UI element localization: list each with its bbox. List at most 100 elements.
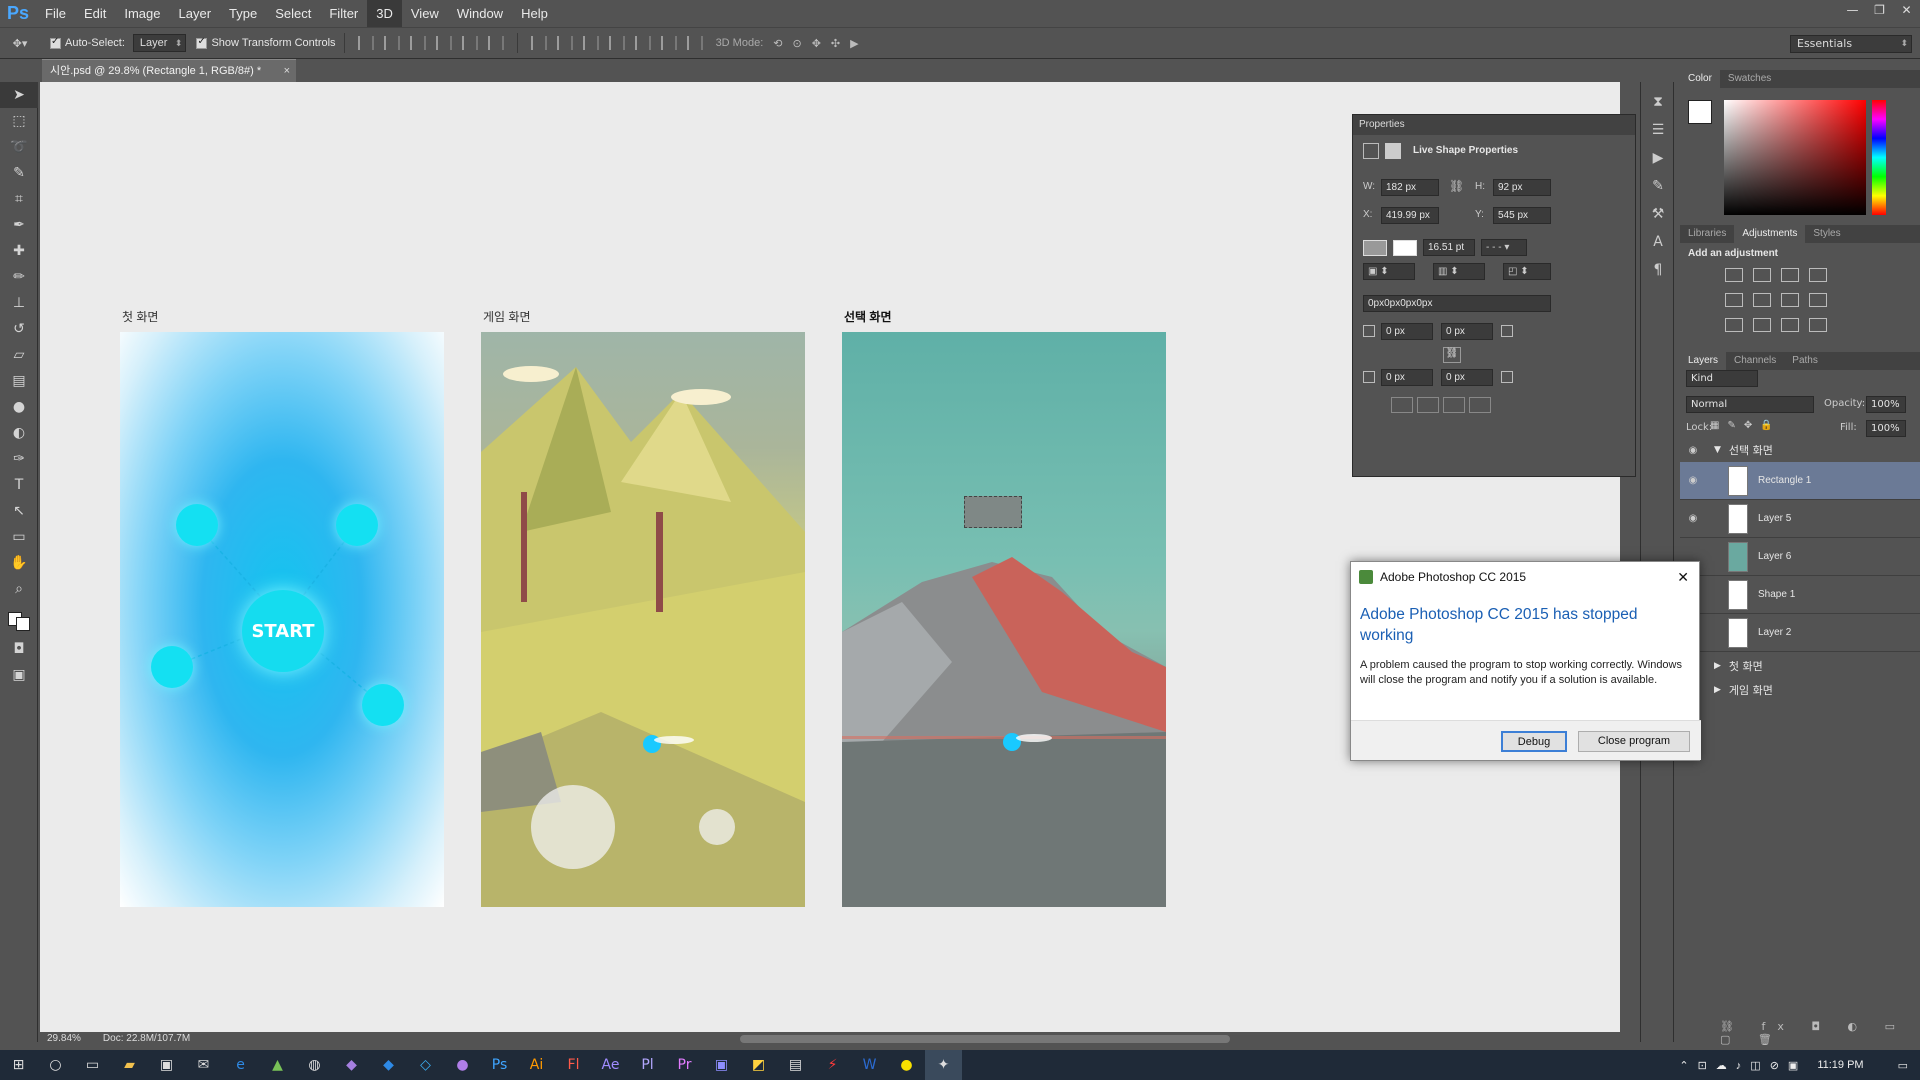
menu-3d[interactable]: 3D: [367, 0, 402, 27]
layer-row-layer-2[interactable]: Layer 2: [1680, 614, 1920, 652]
radius-bl-field[interactable]: 0 px: [1381, 369, 1433, 386]
tab-swatches[interactable]: Swatches: [1720, 70, 1779, 88]
menu-select[interactable]: Select: [266, 0, 320, 27]
expand-arrow-icon[interactable]: ▶: [1714, 685, 1721, 695]
menu-layer[interactable]: Layer: [170, 0, 221, 27]
hue-slider[interactable]: [1872, 100, 1886, 215]
layer-group-first-screen[interactable]: ▶ 첫 화면: [1680, 654, 1920, 678]
premiere-icon[interactable]: Pr: [666, 1050, 703, 1080]
stroke-align-dropdown[interactable]: ▣ ⬍: [1363, 263, 1415, 280]
menu-file[interactable]: File: [36, 0, 75, 27]
edge-icon[interactable]: e: [222, 1050, 259, 1080]
character-icon[interactable]: A: [1641, 228, 1675, 256]
artboard-select-screen[interactable]: [842, 332, 1166, 907]
store-icon[interactable]: ▣: [148, 1050, 185, 1080]
restore-icon[interactable]: ❐: [1866, 0, 1893, 20]
curves-icon[interactable]: [1781, 268, 1799, 282]
foreground-color-icon[interactable]: [1688, 100, 1712, 124]
dodge-tool-icon[interactable]: ◐: [0, 420, 38, 446]
menu-help[interactable]: Help: [512, 0, 557, 27]
gradient-tool-icon[interactable]: ▤: [0, 368, 38, 394]
hue-saturation-icon[interactable]: [1753, 293, 1771, 307]
distribute-hcenter-icon[interactable]: [634, 36, 651, 50]
scrollbar-thumb[interactable]: [740, 1035, 1230, 1043]
visibility-eye-icon[interactable]: ◉: [1680, 513, 1706, 524]
layer-row-rectangle-1[interactable]: ◉ Rectangle 1: [1680, 462, 1920, 500]
paragraph-icon[interactable]: ¶: [1641, 256, 1675, 284]
actions-icon[interactable]: ▶: [1641, 144, 1675, 172]
color-balance-icon[interactable]: [1781, 293, 1799, 307]
visibility-eye-icon[interactable]: ◉: [1680, 445, 1706, 456]
type-tool-icon[interactable]: T: [0, 472, 38, 498]
minimize-icon[interactable]: —: [1839, 0, 1866, 20]
distribute-right-icon[interactable]: [660, 36, 677, 50]
artboard-game-screen[interactable]: [481, 332, 805, 907]
prelude-icon[interactable]: Pl: [629, 1050, 666, 1080]
quick-mask-icon[interactable]: ◘: [0, 636, 38, 662]
menu-image[interactable]: Image: [115, 0, 169, 27]
marquee-tool-icon[interactable]: ⬚: [0, 108, 38, 134]
search-icon[interactable]: ○: [37, 1050, 74, 1080]
corner-radius-combined[interactable]: 0px0px0px0px: [1363, 295, 1551, 312]
shape-icon[interactable]: [1363, 143, 1379, 159]
crash-reporter-icon[interactable]: ✦: [925, 1050, 962, 1080]
file-explorer-icon[interactable]: ▰: [111, 1050, 148, 1080]
word-icon[interactable]: W: [851, 1050, 888, 1080]
move-tool-preset-icon[interactable]: ✥▾: [0, 37, 40, 50]
layer-filter-kind[interactable]: Kind: [1686, 370, 1758, 387]
menu-type[interactable]: Type: [220, 0, 266, 27]
blend-mode-dropdown[interactable]: Normal: [1686, 396, 1814, 413]
radius-tr-field[interactable]: 0 px: [1441, 323, 1493, 340]
workspace-dropdown[interactable]: Essentials: [1790, 35, 1912, 53]
path-select-tool-icon[interactable]: ↖: [0, 498, 38, 524]
document-tab[interactable]: 시안.psd @ 29.8% (Rectangle 1, RGB/8#) * ×: [42, 59, 296, 82]
align-vcenter-icon[interactable]: [383, 36, 400, 50]
tab-styles[interactable]: Styles: [1805, 225, 1848, 243]
app-icon[interactable]: ◍: [296, 1050, 333, 1080]
layer-group-game-screen[interactable]: ▶ 게임 화면: [1680, 678, 1920, 702]
levels-icon[interactable]: [1753, 268, 1771, 282]
quick-select-tool-icon[interactable]: ✎: [0, 160, 38, 186]
properties-title[interactable]: Properties: [1353, 115, 1635, 135]
app-icon[interactable]: ●: [444, 1050, 481, 1080]
black-white-icon[interactable]: [1809, 293, 1827, 307]
eraser-tool-icon[interactable]: ▱: [0, 342, 38, 368]
exposure-icon[interactable]: [1809, 268, 1827, 282]
notifications-icon[interactable]: ▭: [1898, 1059, 1908, 1072]
tab-channels[interactable]: Channels: [1726, 352, 1784, 370]
align-bottom-icon[interactable]: [409, 36, 426, 50]
pen-tool-icon[interactable]: ✑: [0, 446, 38, 472]
show-transform-checkbox[interactable]: [196, 36, 208, 49]
stroke-cap-dropdown[interactable]: ▥ ⬍: [1433, 263, 1485, 280]
posterize-icon[interactable]: [1753, 318, 1771, 332]
radius-br-field[interactable]: 0 px: [1441, 369, 1493, 386]
tool-presets-icon[interactable]: ⚒: [1641, 200, 1675, 228]
align-left-icon[interactable]: [435, 36, 452, 50]
app-icon[interactable]: ◩: [740, 1050, 777, 1080]
move-tool-icon[interactable]: ➤: [0, 82, 38, 108]
tab-layers[interactable]: Layers: [1680, 352, 1727, 370]
expand-arrow-icon[interactable]: ▼: [1714, 445, 1721, 455]
photoshop-taskbar-icon[interactable]: Ps: [481, 1050, 518, 1080]
kakaotalk-icon[interactable]: ●: [888, 1050, 925, 1080]
artboard-label-select[interactable]: 선택 화면: [844, 308, 892, 325]
clock[interactable]: 11:19 PM: [1817, 1059, 1863, 1071]
tab-libraries[interactable]: Libraries: [1680, 225, 1734, 243]
start-icon[interactable]: ⊞: [0, 1050, 37, 1080]
threshold-icon[interactable]: [1781, 318, 1799, 332]
app-icon[interactable]: ◇: [407, 1050, 444, 1080]
subtract-shapes-icon[interactable]: [1417, 397, 1439, 413]
combine-shapes-icon[interactable]: [1391, 397, 1413, 413]
height-field[interactable]: 92 px: [1493, 179, 1551, 196]
visibility-eye-icon[interactable]: ◉: [1680, 475, 1706, 486]
intersect-shapes-icon[interactable]: [1443, 397, 1465, 413]
crop-tool-icon[interactable]: ⌗: [0, 186, 38, 212]
layer-actions-icons[interactable]: ⛓ fx ◘ ◐ ▭ ▢ 🗑: [1720, 1020, 1920, 1046]
distribute-vcenter-icon[interactable]: [556, 36, 573, 50]
eyedropper-tool-icon[interactable]: ✒: [0, 212, 38, 238]
fill-swatch[interactable]: [1363, 240, 1387, 256]
distribute-left-icon[interactable]: [608, 36, 625, 50]
task-view-icon[interactable]: ▭: [74, 1050, 111, 1080]
layer-row-layer-6[interactable]: Layer 6: [1680, 538, 1920, 576]
y-field[interactable]: 545 px: [1493, 207, 1551, 224]
